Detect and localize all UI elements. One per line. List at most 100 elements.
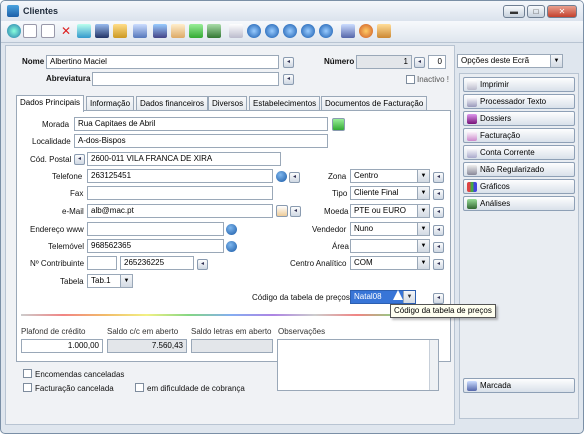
moeda-lookup-icon[interactable]: ◂ [433,207,444,218]
fax-field[interactable] [87,186,273,200]
chevron-down-icon[interactable]: ▼ [417,205,429,217]
analises-button[interactable]: Análises [463,196,575,211]
refresh-icon[interactable] [359,24,373,38]
printer-icon[interactable] [171,24,185,38]
chevron-down-icon[interactable]: ▼ [403,291,415,303]
localidade-label: Localidade [32,137,71,146]
bookmark-icon [467,381,477,391]
email-send-icon[interactable] [276,205,288,217]
encomendas-checkbox[interactable] [23,369,32,378]
centro-select[interactable]: COM ▼ [350,256,430,270]
grid-icon[interactable] [95,24,109,38]
cod-postal-field[interactable]: 2600-011 VILA FRANCA DE XIRA [87,152,281,166]
abreviatura-lookup-icon[interactable]: ◂ [283,74,294,85]
chevron-down-icon[interactable]: ▼ [417,257,429,269]
tipo-select[interactable]: Cliente Final ▼ [350,186,430,200]
telefone-label: Telefone [52,172,83,181]
graficos-button[interactable]: Gráficos [463,179,575,194]
copy-document-icon[interactable] [41,24,55,38]
chevron-down-icon[interactable]: ▼ [417,240,429,252]
facturacao-cancelada-checkbox[interactable] [23,383,32,392]
processador-texto-button[interactable]: Processador Texto [463,94,575,109]
chevron-down-icon[interactable]: ▼ [417,223,429,235]
contribuinte-prefix-field[interactable] [87,256,117,270]
tab-dados-principais[interactable]: Dados Principais [16,95,85,112]
chevron-down-icon[interactable]: ▼ [550,55,562,67]
observacoes-scrollbar[interactable] [429,340,438,390]
cube-icon[interactable] [133,24,147,38]
nome-field[interactable]: Albertino Maciel [46,55,279,69]
zona-lookup-icon[interactable]: ◂ [433,172,444,183]
dificuldade-checkbox[interactable] [135,383,144,392]
email-lookup-icon[interactable]: ◂ [290,206,301,217]
tabela-select[interactable]: Tab.1 ▼ [87,274,133,288]
green-folder-icon[interactable] [189,24,203,38]
prev-record-icon[interactable] [265,24,279,38]
zona-select[interactable]: Centro ▼ [350,169,430,183]
contribuinte-lookup-icon[interactable]: ◂ [197,259,208,270]
tipo-lookup-icon[interactable]: ◂ [433,189,444,200]
morada-field[interactable]: Rua Capitaes de Abril [74,117,328,131]
telemovel-field[interactable]: 968562365 [87,239,224,253]
marcada-button[interactable]: Marcada [463,378,575,393]
close-button[interactable]: ✕ [547,5,577,18]
nav-circle-icon[interactable] [7,24,21,38]
preview-icon[interactable] [229,24,243,38]
title-bar[interactable]: Clientes ▬ □ ✕ [1,1,583,21]
minimize-button[interactable]: ▬ [503,5,525,18]
new-document-icon[interactable] [23,24,37,38]
next-record-icon[interactable] [283,24,297,38]
search-record-icon[interactable] [319,24,333,38]
last-record-icon[interactable] [301,24,315,38]
numero-field[interactable]: 1 [356,55,412,69]
chevron-down-icon[interactable]: ▼ [120,275,132,287]
help-icon[interactable] [341,24,355,38]
centro-lookup-icon[interactable]: ◂ [433,259,444,270]
www-open-icon[interactable] [226,224,237,235]
nao-regularizado-button[interactable]: Não Regularizado [463,162,575,177]
cod-tabela-select[interactable]: Natal08 ▼ [350,290,416,304]
cod-postal-lookup-icon[interactable]: ◂ [74,154,85,165]
telefone-field[interactable]: 263125451 [87,169,273,183]
cod-tabela-lookup-icon[interactable]: ◂ [433,293,444,304]
export-icon[interactable] [207,24,221,38]
saldo-letras-field[interactable] [191,339,273,353]
call-icon[interactable] [276,171,287,182]
dossiers-button[interactable]: Dossiers [463,111,575,126]
chevron-down-icon[interactable]: ▼ [417,170,429,182]
moeda-select[interactable]: PTE ou EURO ▼ [350,204,430,218]
folder-icon[interactable] [113,24,127,38]
map-icon[interactable] [332,118,345,131]
saldo-cc-field[interactable]: 7.560,43 [107,339,187,353]
printer-icon [467,80,477,90]
localidade-field[interactable]: A-dos-Bispos [74,134,328,148]
moeda-label: Moeda [324,207,349,216]
table-icon[interactable] [77,24,91,38]
email-field[interactable]: alb@mac.pt [87,204,273,218]
inactivo-checkbox[interactable] [406,75,415,84]
numero-lookup-icon[interactable]: ◂ [414,57,425,68]
network-icon[interactable] [153,24,167,38]
chevron-down-icon[interactable]: ▼ [417,187,429,199]
vendedor-lookup-icon[interactable]: ◂ [433,225,444,236]
area-lookup-icon[interactable]: ◂ [433,242,444,253]
conta-corrente-button[interactable]: Conta Corrente [463,145,575,160]
telemovel-call-icon[interactable] [226,241,237,252]
www-field[interactable] [87,222,224,236]
telefone-lookup-icon[interactable]: ◂ [289,172,300,183]
nome-lookup-icon[interactable]: ◂ [283,57,294,68]
options-select[interactable]: Opções deste Ecrã ▼ [457,54,563,68]
area-select[interactable]: ▼ [350,239,430,253]
facturacao-button[interactable]: Facturação [463,128,575,143]
numero-extra-field[interactable]: 0 [428,55,446,69]
contribuinte-field[interactable]: 265236225 [120,256,194,270]
delete-icon[interactable]: ✕ [59,24,73,38]
tools-icon[interactable] [377,24,391,38]
abreviatura-field[interactable] [92,72,279,86]
maximize-button[interactable]: □ [527,5,545,18]
imprimir-button[interactable]: Imprimir [463,77,575,92]
plafond-field[interactable]: 1.000,00 [21,339,103,353]
first-record-icon[interactable] [247,24,261,38]
observacoes-textarea[interactable] [277,339,439,391]
vendedor-select[interactable]: Nuno ▼ [350,222,430,236]
